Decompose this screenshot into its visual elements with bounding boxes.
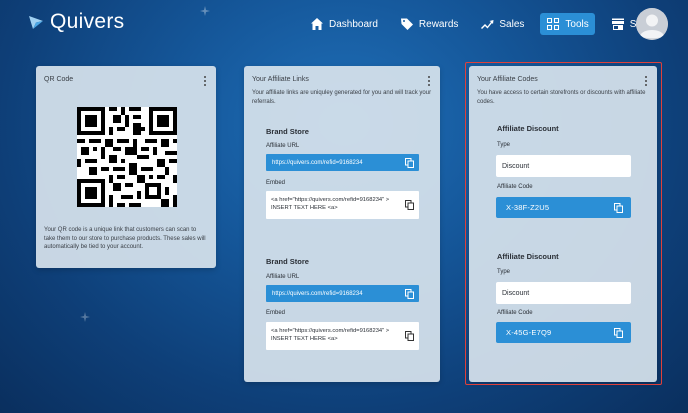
sparkle-decoration <box>80 312 90 322</box>
main-nav: Dashboard Rewards Sales Tools Shop <box>304 12 669 36</box>
card-title: QR Code <box>44 76 74 83</box>
nav-label: Sales <box>499 18 525 30</box>
nav-label: Dashboard <box>329 18 378 30</box>
logo-mark-icon <box>28 14 44 30</box>
card-title: Your Affiliate Links <box>252 76 309 83</box>
logo[interactable]: Quivers <box>28 10 124 34</box>
more-options-icon[interactable] <box>202 76 208 86</box>
copy-icon[interactable] <box>405 331 414 341</box>
affiliate-url-field[interactable]: https://quivers.com/refid=9168234 <box>266 285 419 302</box>
sparkle-decoration <box>200 6 210 16</box>
trend-icon <box>481 20 494 29</box>
affiliate-url-label: Affiliate URL <box>266 274 300 280</box>
affiliate-url-field[interactable]: https://quivers.com/refid=9168234 <box>266 154 419 171</box>
more-options-icon[interactable] <box>426 76 432 86</box>
brand-store-title: Brand Store <box>266 127 309 136</box>
qr-code-image <box>77 107 177 207</box>
affiliate-url-label: Affiliate URL <box>266 143 300 149</box>
tag-icon <box>400 18 413 30</box>
embed-code-value: <a href="https://quivers.com/refid=91682… <box>271 328 390 342</box>
embed-code-value: <a href="https://quivers.com/refid=91682… <box>271 197 390 211</box>
embed-code-field[interactable]: <a href="https://quivers.com/refid=91682… <box>266 191 419 219</box>
affiliate-url-value: https://quivers.com/refid=9168234 <box>272 159 363 166</box>
nav-label: Rewards <box>418 18 459 30</box>
store-icon <box>611 18 624 30</box>
affiliate-links-card: Your Affiliate Links Your affiliate link… <box>244 66 440 382</box>
nav-label: Tools <box>565 18 589 30</box>
embed-code-field[interactable]: <a href="https://quivers.com/refid=91682… <box>266 322 419 350</box>
avatar[interactable] <box>636 8 668 40</box>
nav-dashboard[interactable]: Dashboard <box>304 13 384 35</box>
nav-rewards[interactable]: Rewards <box>394 13 464 35</box>
qr-code-description: Your QR code is a unique link that custo… <box>44 227 206 250</box>
brand-store-title: Brand Store <box>266 257 309 266</box>
copy-icon[interactable] <box>405 200 414 210</box>
home-icon <box>311 18 323 30</box>
qr-code-card: QR Code Your QR code is a unique link th… <box>36 66 216 268</box>
embed-label: Embed <box>266 310 286 316</box>
grid-icon <box>547 18 560 30</box>
embed-label: Embed <box>266 180 286 186</box>
copy-icon[interactable] <box>405 288 414 299</box>
highlight-box <box>465 62 662 385</box>
copy-icon[interactable] <box>405 157 414 168</box>
affiliate-links-description: Your affiliate links are uniquley genera… <box>252 90 432 105</box>
nav-sales[interactable]: Sales <box>474 13 530 35</box>
nav-tools[interactable]: Tools <box>540 13 595 35</box>
affiliate-url-value: https://quivers.com/refid=9168234 <box>272 290 363 297</box>
app-name: Quivers <box>50 10 125 33</box>
